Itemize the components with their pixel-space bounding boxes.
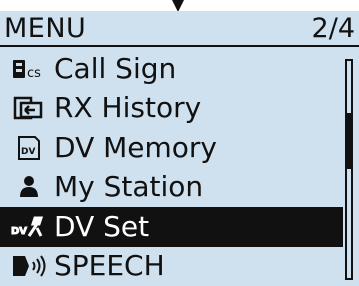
dv-memory-icon: DV: [8, 133, 54, 163]
menu-item-dv-memory[interactable]: DV DV Memory: [0, 128, 343, 168]
speech-icon: [8, 251, 54, 281]
menu-item-call-sign[interactable]: cs Call Sign: [0, 49, 343, 89]
menu-title: MENU: [4, 13, 87, 44]
menu-item-rx-history[interactable]: RX History: [0, 89, 343, 129]
svg-text:DV: DV: [21, 147, 35, 157]
rx-history-icon: [8, 93, 54, 123]
svg-text:DV: DV: [11, 226, 27, 237]
menu-header: MENU 2/4: [0, 11, 359, 47]
svg-text:cs: cs: [27, 66, 41, 81]
menu-item-label: DV Set: [54, 209, 150, 243]
menu-item-my-station[interactable]: My Station: [0, 168, 343, 208]
menu-scrollbar[interactable]: [345, 59, 353, 280]
dv-set-icon: DV: [8, 212, 54, 242]
menu-item-speech[interactable]: SPEECH: [0, 247, 343, 286]
menu-list: cs Call Sign RX History DV DV Memory My …: [0, 49, 343, 286]
menu-item-label: Call Sign: [54, 51, 177, 85]
menu-item-label: DV Memory: [54, 130, 217, 164]
menu-item-dv-set[interactable]: DV DV Set: [0, 207, 343, 247]
menu-screen: MENU 2/4 cs Call Sign RX History DV DV M…: [0, 11, 359, 286]
menu-item-label: SPEECH: [54, 249, 165, 283]
menu-item-label: RX History: [54, 91, 202, 125]
my-station-icon: [8, 172, 54, 202]
page-indicator: 2/4: [311, 13, 355, 44]
scrollbar-thumb[interactable]: [347, 113, 351, 169]
menu-item-label: My Station: [54, 170, 204, 204]
call-sign-icon: cs: [8, 54, 54, 84]
